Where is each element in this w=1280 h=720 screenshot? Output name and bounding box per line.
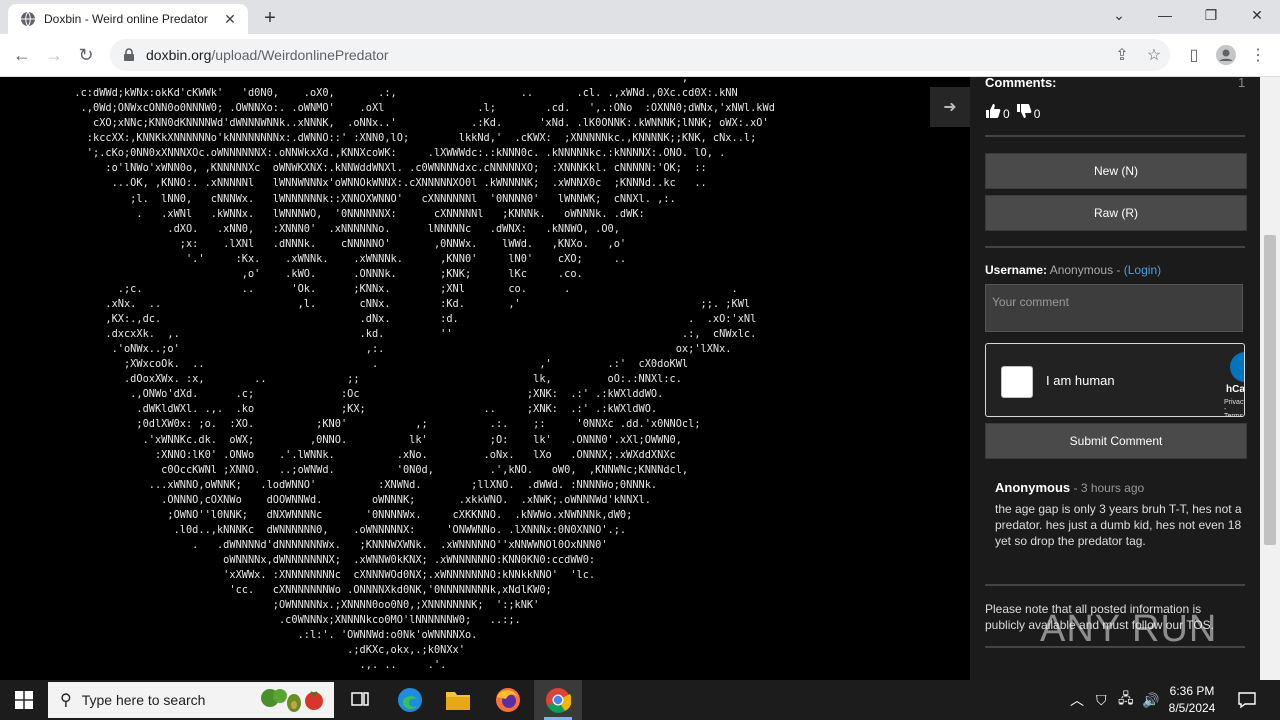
security-icon[interactable]: ⛉ <box>1096 680 1107 720</box>
close-window-button[interactable]: ✕ <box>1234 0 1280 30</box>
comments-count: 1 <box>1238 77 1246 90</box>
username-label: Username: <box>985 263 1048 277</box>
page-content: , .c:dWWd;kWNx:okKd'cKWWk' 'd0N0, .oX0, … <box>0 77 1280 680</box>
taskbar-search[interactable]: ⚲ Type here to search <box>48 682 334 718</box>
url-host: doxbin.org <box>146 47 212 63</box>
search-placeholder: Type here to search <box>81 692 206 708</box>
firefox-icon[interactable] <box>484 680 532 720</box>
bookmark-star-icon[interactable]: ☆ <box>1142 43 1166 67</box>
globe-icon <box>21 11 35 27</box>
restore-button[interactable]: ❐ <box>1188 0 1234 30</box>
comment-time-separator: - <box>1073 481 1078 495</box>
address-bar[interactable]: doxbin.org/upload/WeirdonlinePredator <box>110 39 1170 71</box>
close-tab-icon[interactable]: ✕ <box>220 9 240 29</box>
username-value: Anonymous <box>1049 263 1114 277</box>
search-icon: ⚲ <box>60 692 72 709</box>
show-hidden-icons-icon[interactable]: ︿ <box>1070 680 1084 720</box>
comment-item: Anonymous - 3 hours ago the age gap is o… <box>995 480 1245 549</box>
menu-kebab-icon[interactable]: ⋮ <box>1246 43 1270 67</box>
page-scrollbar[interactable] <box>1260 77 1280 680</box>
edge-icon[interactable] <box>386 680 434 720</box>
comment-input[interactable]: Your comment <box>985 284 1243 332</box>
downvote-count: 0 <box>1033 107 1041 121</box>
back-button[interactable]: ← <box>10 43 34 67</box>
lock-icon <box>124 48 134 61</box>
submit-comment-button[interactable]: Submit Comment <box>985 423 1247 459</box>
forward-button[interactable]: → <box>42 43 66 67</box>
volume-icon[interactable]: 🔊 <box>1142 680 1159 720</box>
captcha-brand: hCaptcha <box>1226 384 1245 395</box>
arrow-right-icon[interactable]: ➜ <box>930 87 970 127</box>
profile-avatar-icon[interactable] <box>1214 43 1238 67</box>
captcha-privacy-link[interactable]: Privacy - Terms <box>1224 399 1244 416</box>
downvote-button[interactable]: 0 <box>1016 101 1041 121</box>
reload-button[interactable]: ↻ <box>74 43 98 67</box>
file-explorer-icon[interactable] <box>434 680 482 720</box>
username-line: Username: Anonymous - (Login) <box>985 263 1161 277</box>
thumbs-up-icon <box>986 104 1001 118</box>
username-separator: - <box>1116 263 1121 277</box>
new-tab-button[interactable]: + <box>258 6 282 30</box>
captcha-label: I am human <box>1046 373 1115 388</box>
ascii-art: , .c:dWWd;kWNx:okKd'cKWWk' 'd0N0, .oX0, … <box>74 77 775 672</box>
comment-time: 3 hours ago <box>1080 481 1145 495</box>
hcaptcha-logo-icon <box>1230 352 1244 382</box>
windows-logo-icon <box>15 691 33 709</box>
new-button[interactable]: New (N) <box>985 153 1247 189</box>
clock-date: 8/5/2024 <box>1168 701 1216 715</box>
side-panel-icon[interactable]: ▯ <box>1182 43 1206 67</box>
anyrun-watermark: ANY RUN <box>1040 608 1218 650</box>
minimize-button[interactable]: — <box>1142 0 1188 30</box>
url-path: /upload/WeirdonlinePredator <box>211 47 389 63</box>
taskbar: ⚲ Type here to search ︿ ⛉ 🖧 🔊 6:36 PM 8/… <box>0 680 1280 720</box>
tab-search-icon[interactable]: ⌄ <box>1096 0 1142 30</box>
notifications-icon[interactable] <box>1238 680 1256 720</box>
divider <box>985 584 1245 586</box>
comment-body: the age gap is only 3 years bruh T-T, he… <box>995 502 1242 548</box>
system-clock[interactable]: 6:36 PM 8/5/2024 <box>1160 683 1224 717</box>
upvote-button[interactable]: 0 <box>985 101 1010 121</box>
browser-toolbar: ← → ↻ doxbin.org/upload/WeirdonlinePreda… <box>0 34 1280 77</box>
login-link[interactable]: (Login) <box>1124 263 1161 277</box>
divider <box>985 246 1245 248</box>
start-button[interactable] <box>0 680 48 720</box>
thumbs-down-icon <box>1016 104 1032 118</box>
tab-title: Doxbin - Weird online Predator <box>44 12 208 26</box>
url-text: doxbin.org/upload/WeirdonlinePredator <box>146 47 389 63</box>
browser-tab[interactable]: Doxbin - Weird online Predator ✕ <box>8 4 248 34</box>
scrollbar-thumb[interactable] <box>1264 235 1276 545</box>
search-highlight-icon <box>256 686 328 714</box>
upvote-count: 0 <box>1003 107 1010 121</box>
task-view-icon[interactable] <box>336 680 384 720</box>
ascii-art-area: , .c:dWWd;kWNx:okKd'cKWWk' 'd0N0, .oX0, … <box>0 77 970 680</box>
chrome-icon[interactable] <box>534 680 582 720</box>
sidebar: Comments: 1 0 0 New (N) Raw (R) Username… <box>970 77 1260 680</box>
tab-strip: Doxbin - Weird online Predator ✕ + ⌄ — ❐… <box>0 0 1280 34</box>
comments-heading: Comments: <box>985 77 1057 90</box>
share-icon[interactable]: ⇪ <box>1110 43 1134 67</box>
divider <box>985 135 1245 137</box>
clock-time: 6:36 PM <box>1169 684 1215 698</box>
hcaptcha-widget: I am human hCaptcha Privacy - Terms <box>985 343 1245 417</box>
network-icon[interactable]: 🖧 <box>1118 680 1134 720</box>
vote-controls: 0 0 <box>985 101 1046 121</box>
raw-button[interactable]: Raw (R) <box>985 195 1247 231</box>
comment-author: Anonymous <box>995 480 1071 495</box>
captcha-checkbox[interactable] <box>1001 366 1033 398</box>
